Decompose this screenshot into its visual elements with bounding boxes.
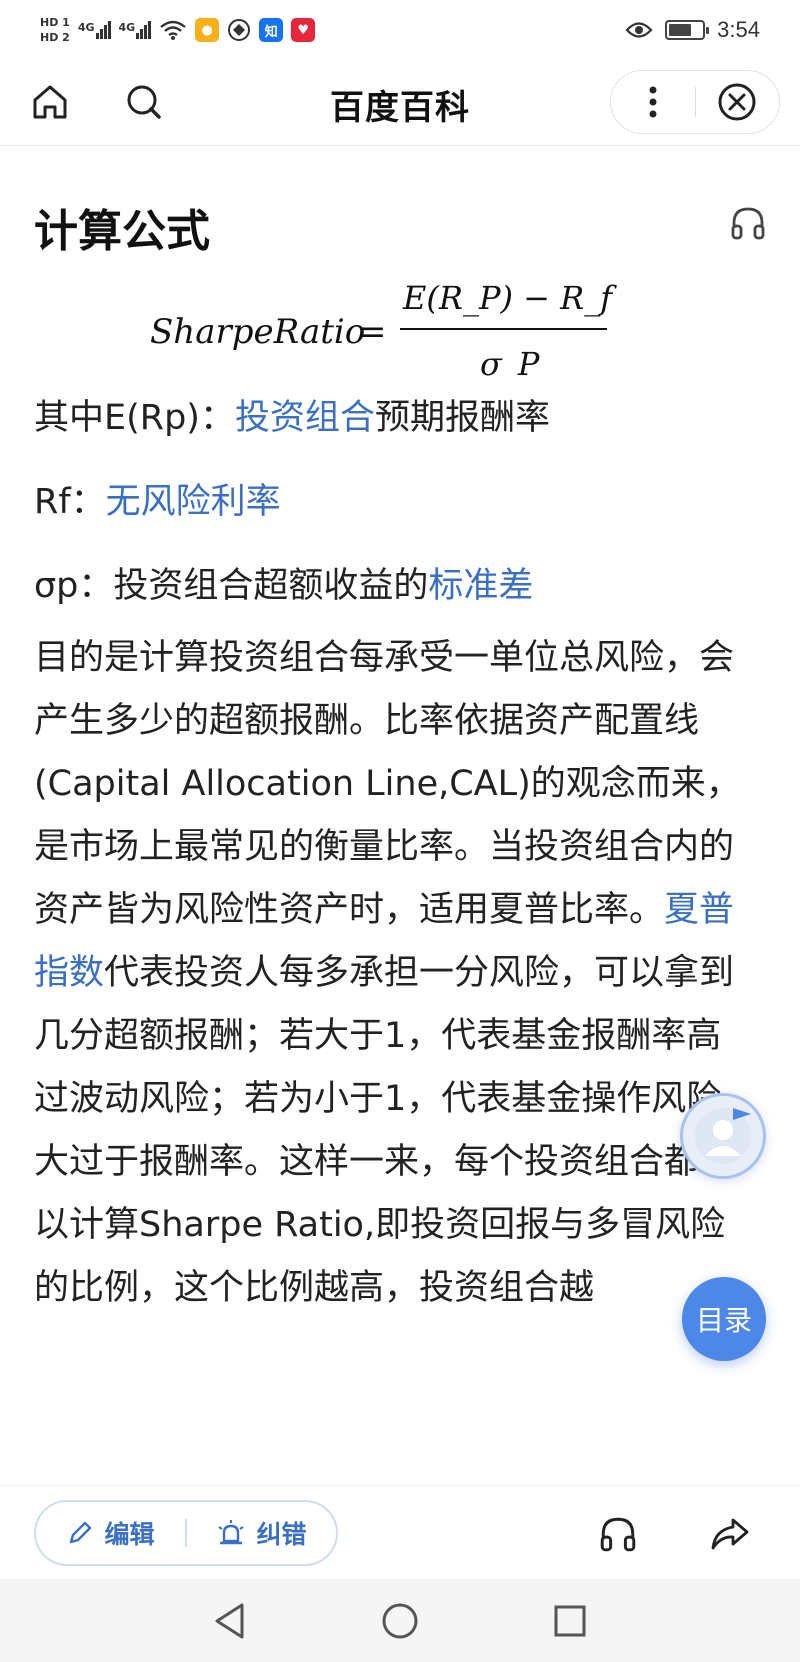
more-button[interactable]: [611, 71, 695, 133]
edit-button[interactable]: 编辑: [36, 1502, 185, 1564]
app-icon: ●: [195, 18, 220, 42]
network-type-1: 4G: [77, 21, 95, 34]
article-content[interactable]: 计算公式 SharpeRatio = E(R_P) − R_f σ_P 其中E(…: [0, 147, 800, 1485]
home-circle-icon: [382, 1603, 418, 1639]
link-risk-free-rate[interactable]: 无风险利率: [106, 482, 281, 522]
paragraph-part1: 目的是计算投资组合每承受一单位总风险，会产生多少的超额报酬。比率依据资产配置线(…: [34, 638, 741, 930]
listen-button[interactable]: [590, 1506, 646, 1562]
sharpe-ratio-formula: SharpeRatio = E(R_P) − R_f σ_P: [150, 279, 617, 379]
formula-lhs: SharpeRatio: [150, 312, 365, 352]
battery-icon: [665, 20, 710, 40]
signal-icon: 4G: [119, 21, 152, 39]
formula-equals: =: [358, 312, 387, 352]
back-button[interactable]: [200, 1591, 260, 1651]
wifi-icon: [160, 20, 186, 40]
clock: 3:54: [717, 17, 760, 42]
home-nav-button[interactable]: [370, 1591, 430, 1651]
headphones-icon: [731, 207, 765, 240]
network-type-2: 4G: [118, 21, 136, 34]
more-vertical-icon: [649, 86, 657, 118]
link-standard-deviation[interactable]: 标准差: [428, 566, 533, 606]
status-bar: HD 1 HD 2 4G 4G ● 知 ♥ 3:54: [0, 0, 800, 58]
definition-rf: Rf：无风险利率: [34, 473, 281, 524]
status-left: HD 1 HD 2 4G 4G ● 知 ♥: [40, 8, 316, 52]
app-header: 百度百科: [0, 58, 800, 146]
edit-report-pill: 编辑 纠错: [34, 1500, 338, 1566]
browser-icon: [228, 19, 251, 41]
table-of-contents-button[interactable]: 目录: [682, 1277, 766, 1361]
mini-program-capsule: [610, 70, 780, 134]
close-icon: [718, 83, 756, 121]
back-triangle-icon: [215, 1603, 244, 1639]
hd2-label: HD 2: [40, 31, 70, 44]
definition-rf-prefix: Rf：: [34, 482, 106, 522]
recents-button[interactable]: [540, 1591, 600, 1651]
hd1-label: HD 1: [40, 16, 70, 29]
definition-sigma: σp：投资组合超额收益的标准差: [34, 557, 533, 608]
signal-icon: 4G: [78, 21, 111, 39]
hd-icon: HD 1 HD 2: [40, 16, 70, 44]
pencil-icon: [70, 1521, 92, 1544]
share-button[interactable]: [702, 1506, 758, 1562]
report-label: 纠错: [256, 1520, 307, 1549]
definition-erp: 其中E(Rp)：投资组合预期报酬率: [34, 389, 550, 440]
listen-section-button[interactable]: [726, 201, 770, 245]
zhihu-icon: 知: [259, 18, 284, 42]
headphones-icon: [600, 1517, 636, 1552]
definition-erp-suffix: 预期报酬率: [374, 398, 550, 438]
definition-erp-prefix: 其中E(Rp)：: [34, 398, 235, 438]
share-icon: [711, 1518, 749, 1550]
section-title: 计算公式: [34, 206, 210, 257]
system-navigation-bar: [0, 1579, 800, 1662]
edit-label: 编辑: [104, 1520, 155, 1549]
bottom-toolbar: 编辑 纠错: [0, 1485, 800, 1579]
user-avatar-icon: [695, 1108, 751, 1164]
eye-icon: [625, 22, 653, 38]
alarm-icon: [218, 1520, 245, 1545]
definition-sigma-prefix: σp：投资组合超额收益的: [34, 566, 429, 606]
formula-numerator: E(R_P) − R_f: [402, 279, 617, 317]
link-portfolio[interactable]: 投资组合: [235, 398, 375, 438]
paragraph-part2: 代表投资人每多承担一分风险，可以拿到几分超额报酬；若大于1，代表基金报酬率高过波…: [34, 953, 735, 1308]
formula-denominator: σ_P: [480, 345, 540, 379]
close-button[interactable]: [696, 71, 780, 133]
recents-square-icon: [554, 1605, 586, 1637]
assistant-avatar-button[interactable]: [680, 1093, 766, 1179]
report-error-button[interactable]: 纠错: [187, 1502, 336, 1564]
status-right: 3:54: [625, 10, 760, 50]
huawei-icon: ♥: [291, 18, 316, 42]
explanation-paragraph: 目的是计算投资组合每承受一单位总风险，会产生多少的超额报酬。比率依据资产配置线(…: [34, 627, 754, 1320]
